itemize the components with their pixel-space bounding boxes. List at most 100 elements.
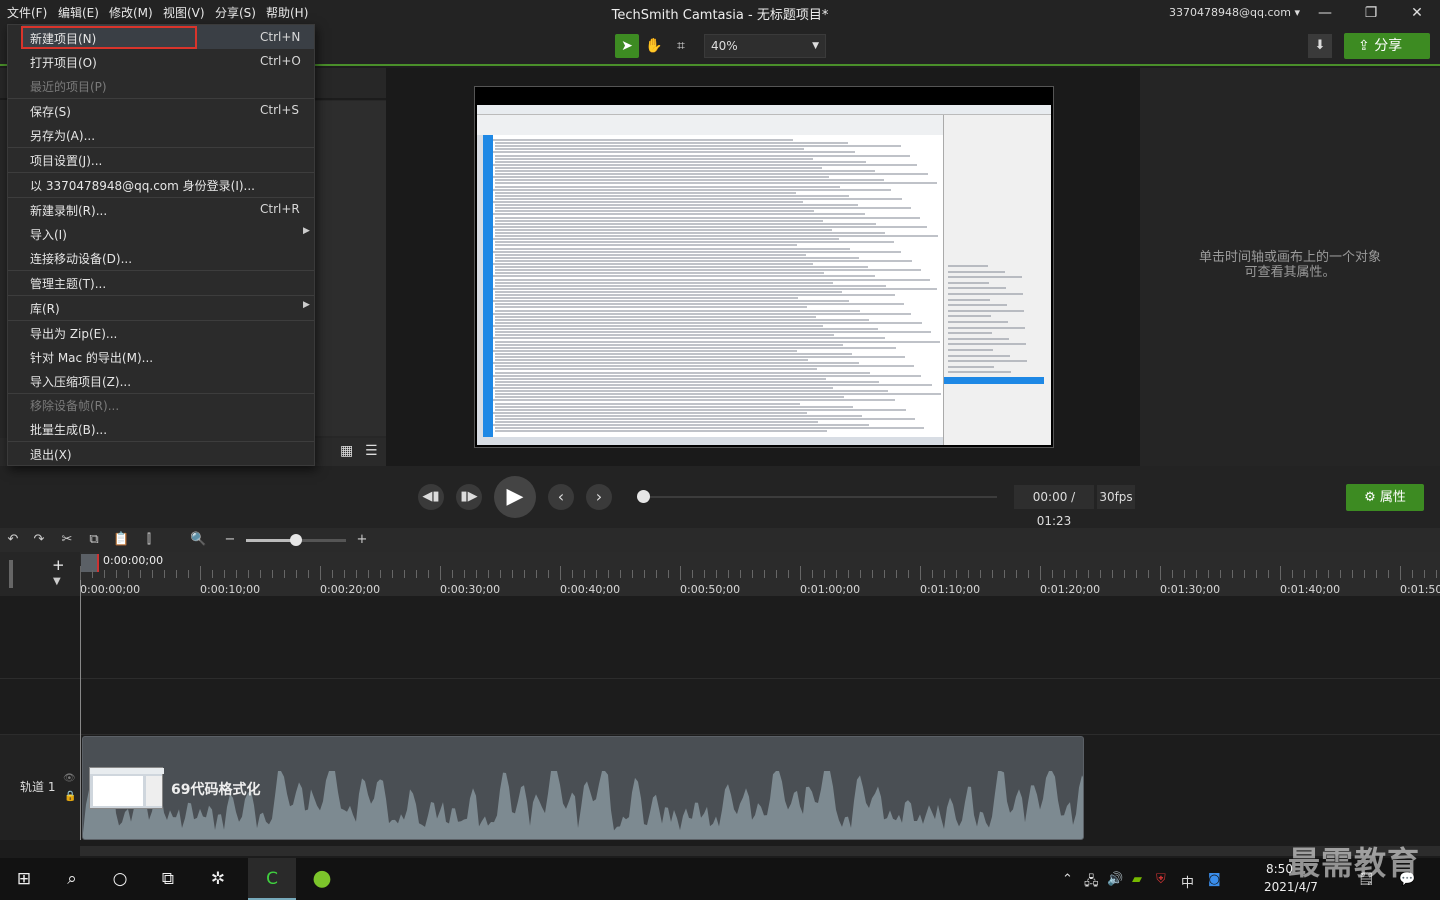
menu-item-save-as[interactable]: 另存为(A)... xyxy=(8,122,314,146)
menu-item-library[interactable]: 库(R) ▶ xyxy=(8,295,314,319)
ruler-label: 0:00:10;00 xyxy=(200,583,261,596)
app-pinwheel-icon[interactable]: ✲ xyxy=(194,858,242,900)
cortana-icon[interactable]: ○ xyxy=(96,858,144,900)
video-code-line xyxy=(493,411,807,414)
menu-item-exit[interactable]: 退出(X) xyxy=(8,441,314,465)
timeline-scrollbar[interactable] xyxy=(80,846,1440,856)
paste-icon[interactable]: 📋 xyxy=(113,532,129,548)
redo-icon[interactable]: ↷ xyxy=(31,532,47,548)
account-menu[interactable]: 3370478948@qq.com ▾ xyxy=(1169,6,1300,19)
video-code-line xyxy=(495,244,797,247)
ruler-tick xyxy=(728,570,729,578)
crop-icon[interactable]: ⌗ xyxy=(669,34,693,58)
step-forward-icon[interactable]: ▮▶ xyxy=(456,484,482,510)
zoom-out-icon[interactable]: − xyxy=(222,532,238,548)
menu-item-connect-mobile[interactable]: 连接移动设备(D)... xyxy=(8,245,314,269)
task-view-icon[interactable]: ⧉ xyxy=(144,858,192,900)
qq-icon[interactable]: ◙ xyxy=(1208,872,1221,887)
menu-help[interactable]: 帮助(H) xyxy=(266,4,308,21)
menu-item-open-project[interactable]: 打开项目(O) Ctrl+O xyxy=(8,49,314,73)
scrub-track[interactable] xyxy=(643,496,997,498)
timeline-zoom-handle[interactable] xyxy=(290,534,302,546)
menu-item-save[interactable]: 保存(S) Ctrl+S xyxy=(8,98,314,122)
menu-share[interactable]: 分享(S) xyxy=(215,4,256,21)
ruler-tick xyxy=(380,570,381,578)
add-track-icon[interactable]: + xyxy=(52,556,65,574)
video-side-line xyxy=(948,315,991,318)
menu-modify[interactable]: 修改(M) xyxy=(109,4,153,21)
lock-icon[interactable]: 🔒 xyxy=(64,791,76,802)
share-button[interactable]: ⇪ 分享 xyxy=(1344,33,1430,59)
video-side-line xyxy=(948,298,990,301)
upload-icon: ⇪ xyxy=(1358,38,1370,54)
menu-item-label: 批量生成(B)... xyxy=(30,423,108,437)
network-icon[interactable]: 🖧 xyxy=(1084,872,1099,894)
undo-icon[interactable]: ↶ xyxy=(5,532,21,548)
video-code-line xyxy=(495,365,914,368)
copy-icon[interactable]: ⧉ xyxy=(86,532,102,548)
previous-icon[interactable]: ‹ xyxy=(548,484,574,510)
nvidia-icon[interactable]: ▰ xyxy=(1132,872,1142,887)
video-code-line xyxy=(493,263,813,265)
media-clip[interactable]: 69代码格式化 xyxy=(82,736,1084,840)
eye-icon[interactable]: 👁 xyxy=(63,773,76,784)
menu-item-import-zip[interactable]: 导入压缩项目(Z)... xyxy=(8,368,314,392)
ruler-label: 0:01:30;00 xyxy=(1160,583,1221,596)
step-back-icon[interactable]: ◀▮ xyxy=(418,484,444,510)
list-view-icon[interactable]: ☰ xyxy=(365,443,378,459)
menu-item-export-zip[interactable]: 导出为 Zip(E)... xyxy=(8,320,314,344)
menu-view[interactable]: 视图(V) xyxy=(163,4,205,21)
ime-indicator[interactable]: 中 xyxy=(1181,872,1194,891)
grid-view-icon[interactable]: ▦ xyxy=(340,443,353,459)
properties-button[interactable]: ⚙ 属性 xyxy=(1346,484,1424,511)
play-icon[interactable]: ▶ xyxy=(494,476,536,518)
app-melon-icon[interactable]: ● xyxy=(298,858,346,900)
chevron-down-icon[interactable]: ▼ xyxy=(53,576,61,587)
search-icon[interactable]: ⌕ xyxy=(48,858,96,900)
ruler-label: 0:01:40;00 xyxy=(1280,583,1341,596)
volume-icon[interactable]: 🔊 xyxy=(1107,872,1123,887)
zoom-search-icon[interactable]: 🔍 xyxy=(190,532,206,548)
menu-item-label: 打开项目(O) xyxy=(30,56,97,70)
ruler-tick xyxy=(656,570,657,578)
select-tool-icon[interactable]: ➤ xyxy=(615,34,639,58)
playhead-handle[interactable] xyxy=(81,554,99,572)
pan-hand-icon[interactable]: ✋ xyxy=(642,34,666,58)
security-shield-icon[interactable]: ⛨ xyxy=(1156,872,1166,887)
ruler-tick xyxy=(1004,570,1005,578)
menu-item-project-settings[interactable]: 项目设置(J)... xyxy=(8,147,314,171)
cut-icon[interactable]: ✂ xyxy=(59,532,75,548)
menu-edit[interactable]: 编辑(E) xyxy=(58,4,99,21)
ruler-tick xyxy=(1280,566,1281,580)
restore-icon[interactable]: ❐ xyxy=(1348,0,1394,26)
ruler-tick xyxy=(512,570,513,578)
menu-item-manage-themes[interactable]: 管理主题(T)... xyxy=(8,270,314,294)
split-icon[interactable]: ⫿ xyxy=(141,532,157,548)
timeline-toolbar: ↶ ↷ ✂ ⧉ 📋 ⫿ 🔍 − + xyxy=(0,528,1440,552)
video-preview[interactable] xyxy=(474,86,1054,448)
ruler-tick xyxy=(392,570,393,578)
minimize-icon[interactable]: — xyxy=(1302,0,1348,26)
menu-item-export-mac[interactable]: 针对 Mac 的导出(M)... xyxy=(8,344,314,368)
menu-item-label: 导入(I) xyxy=(30,228,67,242)
menu-item-batch-produce[interactable]: 批量生成(B)... xyxy=(8,416,314,440)
next-icon[interactable]: › xyxy=(586,484,612,510)
tray-chevron-up-icon[interactable]: ⌃ xyxy=(1062,872,1073,887)
scrub-handle[interactable] xyxy=(637,490,650,503)
close-icon[interactable]: ✕ xyxy=(1394,0,1440,26)
ruler-tick xyxy=(272,570,273,578)
menu-item-new-recording[interactable]: 新建录制(R)... Ctrl+R xyxy=(8,197,314,221)
video-side-line xyxy=(948,349,993,351)
zoom-select[interactable]: 40% ▼ xyxy=(704,34,826,58)
ruler-tick xyxy=(848,570,849,578)
menu-file[interactable]: 文件(F) xyxy=(7,4,47,21)
menu-item-label: 另存为(A)... xyxy=(30,129,96,143)
windows-start-icon[interactable]: ⊞ xyxy=(0,858,48,900)
menu-item-import[interactable]: 导入(I) ▶ xyxy=(8,221,314,245)
track-height-slider[interactable] xyxy=(9,560,13,588)
menu-item-sign-in[interactable]: 以 3370478948@qq.com 身份登录(I)... xyxy=(8,172,314,196)
camtasia-taskbar-icon[interactable]: C xyxy=(248,858,296,900)
zoom-in-icon[interactable]: + xyxy=(354,532,370,548)
ruler-tick xyxy=(788,570,789,578)
download-icon[interactable]: ⬇ xyxy=(1308,34,1332,58)
